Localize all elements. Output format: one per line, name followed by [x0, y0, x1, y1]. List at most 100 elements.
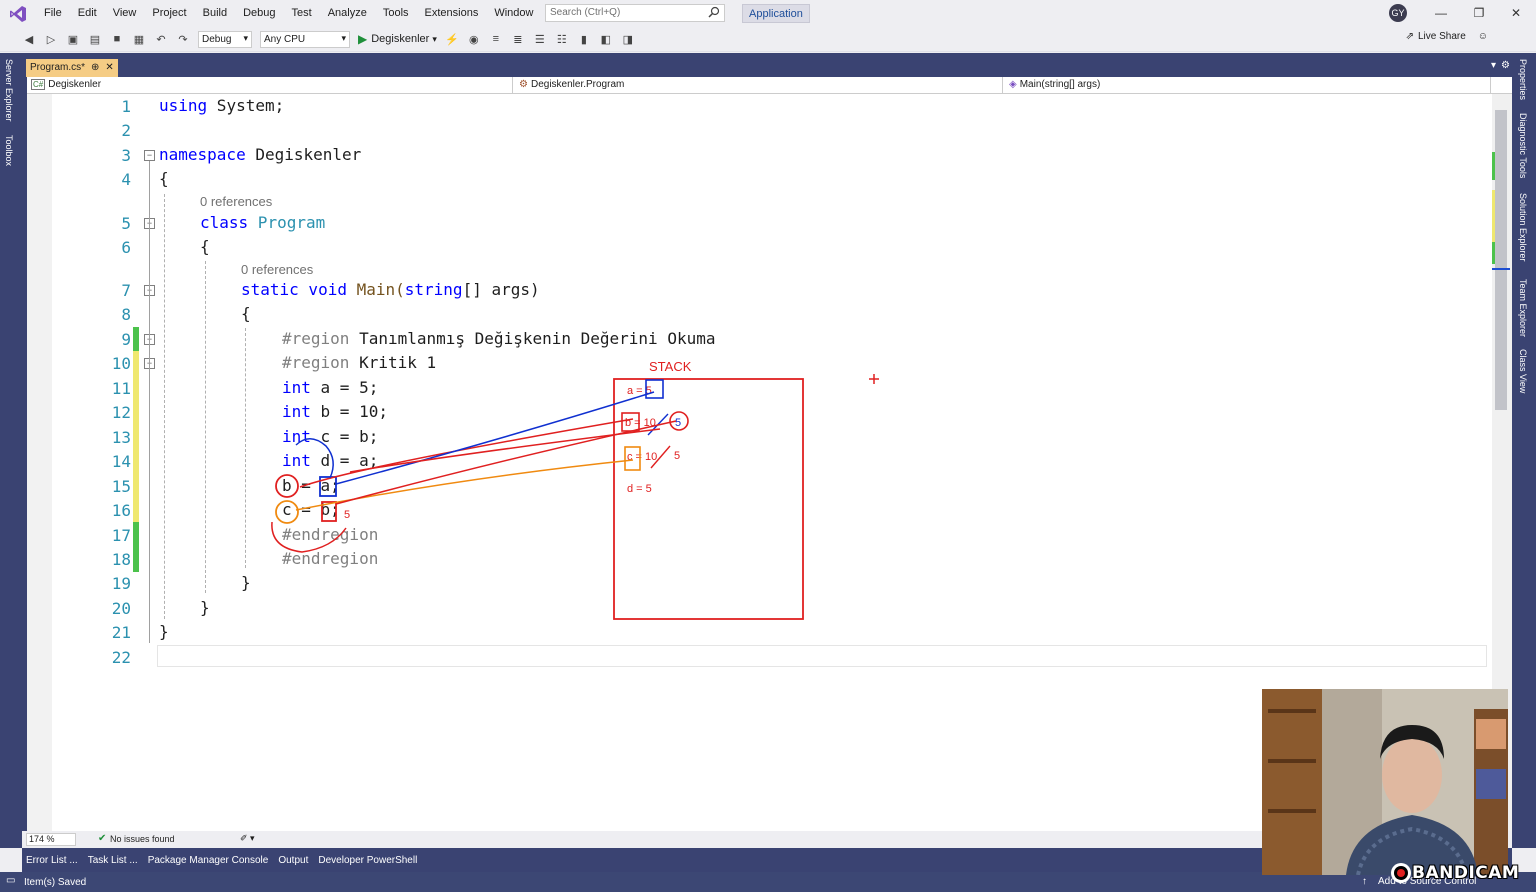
server-explorer-tab[interactable]: Server Explorer [4, 59, 14, 122]
open-folder-icon[interactable]: ▤ [87, 31, 103, 47]
feedback-icon[interactable]: ☺ [1478, 31, 1488, 42]
code-line-20: } [200, 598, 210, 617]
code-line-1: using System; [159, 96, 285, 115]
close-icon[interactable]: ✕ [1498, 0, 1534, 27]
tab-output[interactable]: Output [278, 855, 308, 866]
pin-icon[interactable]: ⊕ [91, 59, 99, 77]
screenshot-icon[interactable]: ◉ [466, 31, 482, 47]
indicator-margin [27, 94, 52, 831]
chevron-down-icon: ▾ [432, 33, 437, 44]
class-view-tab[interactable]: Class View [1518, 349, 1528, 393]
menu-debug[interactable]: Debug [235, 0, 283, 27]
code-line-21: } [159, 622, 169, 641]
zoom-select[interactable]: 174 % [26, 833, 76, 846]
line-number: 13 [111, 428, 131, 447]
menu-file[interactable]: File [36, 0, 70, 27]
method-icon: ◈ [1009, 79, 1017, 90]
indent-icon[interactable]: ≡ [488, 31, 504, 47]
codelens-references[interactable]: 0 references [200, 194, 272, 209]
line-number: 6 [121, 238, 131, 257]
line-number: 1 [121, 97, 131, 116]
member-dropdown[interactable]: ◈ Main(string[] args) [1005, 77, 1491, 94]
diagnostic-tools-tab[interactable]: Diagnostic Tools [1518, 113, 1528, 178]
class-dropdown[interactable]: ⚙ Degiskenler.Program [515, 77, 1003, 94]
code-line-9: #region Tanımlanmış Değişkenin Değerini … [282, 329, 716, 348]
platform-select[interactable]: Any CPU [260, 30, 350, 48]
user-avatar[interactable]: GY [1389, 4, 1407, 22]
tab-list-chevron-icon[interactable]: ▾ [1491, 60, 1496, 71]
tab-package-manager-console[interactable]: Package Manager Console [148, 855, 269, 866]
class-icon: ⚙ [519, 79, 528, 90]
comment-icon[interactable]: ☰ [532, 31, 548, 47]
menu-view[interactable]: View [105, 0, 145, 27]
bandicam-watermark: BANDICAM [1390, 862, 1519, 884]
record-icon [1391, 863, 1411, 883]
tab-error-list[interactable]: Error List ... [26, 855, 78, 866]
minimize-icon[interactable]: — [1423, 0, 1459, 27]
menu-edit[interactable]: Edit [70, 0, 105, 27]
start-debugging-button[interactable]: ▶ Degiskenler ▾ [358, 32, 437, 46]
menu-build[interactable]: Build [195, 0, 235, 27]
back-icon[interactable]: ◀ [21, 31, 37, 47]
next-bookmark-icon[interactable]: ◨ [620, 31, 636, 47]
team-explorer-tab[interactable]: Team Explorer [1518, 279, 1528, 337]
code-line-6: { [200, 237, 210, 256]
collapse-icon[interactable]: − [144, 150, 155, 161]
tab-task-list[interactable]: Task List ... [88, 855, 138, 866]
undo-icon[interactable]: ↶ [153, 31, 169, 47]
code-line-18: #endregion [282, 549, 379, 568]
prev-bookmark-icon[interactable]: ◧ [598, 31, 614, 47]
solution-explorer-tab[interactable]: Solution Explorer [1518, 193, 1528, 262]
search-input[interactable]: Search (Ctrl+Q) [545, 4, 725, 22]
current-line-highlight [157, 645, 1487, 667]
tab-developer-powershell[interactable]: Developer PowerShell [318, 855, 417, 866]
document-tab-row: Program.cs* ⊕ ✕ ▾ ⚙ [22, 58, 1512, 77]
scrollbar-thumb[interactable] [1495, 110, 1507, 410]
menu-extensions[interactable]: Extensions [417, 0, 487, 27]
project-dropdown[interactable]: C# Degiskenler [27, 77, 513, 94]
status-bar: ▭ Item(s) Saved ↑ Add to Source Control [0, 872, 1536, 892]
toolbox-tab[interactable]: Toolbox [4, 135, 14, 166]
menu-test[interactable]: Test [284, 0, 320, 27]
hot-reload-icon[interactable]: ⚡ [444, 31, 460, 47]
menu-analyze[interactable]: Analyze [320, 0, 375, 27]
line-number: 11 [111, 379, 131, 398]
forward-icon[interactable]: ▷ [43, 31, 59, 47]
save-all-icon[interactable]: ▦ [131, 31, 147, 47]
menu-tools[interactable]: Tools [375, 0, 417, 27]
share-icon: ⇗ [1405, 31, 1414, 42]
change-bar-unsaved [133, 351, 139, 522]
line-number: 8 [121, 305, 131, 324]
menu-window[interactable]: Window [486, 0, 541, 27]
codelens-references[interactable]: 0 references [241, 262, 313, 277]
restore-icon[interactable]: ❐ [1461, 0, 1497, 27]
outdent-icon[interactable]: ≣ [510, 31, 526, 47]
webcam-person-image [1262, 689, 1508, 875]
member-name: Main(string[] args) [1019, 79, 1101, 90]
line-number: 4 [121, 170, 131, 189]
properties-tab[interactable]: Properties [1518, 59, 1528, 100]
tab-label: Program.cs* [30, 62, 86, 73]
brush-icon[interactable]: ✐ ▾ [240, 833, 255, 844]
bookmark-icon[interactable]: ▮ [576, 31, 592, 47]
settings-gear-icon[interactable]: ⚙ [1501, 60, 1510, 71]
output-icon: ▭ [6, 875, 16, 886]
code-line-16: c = b; [282, 500, 340, 519]
redo-icon[interactable]: ↷ [175, 31, 191, 47]
save-icon[interactable]: ■ [109, 31, 125, 47]
visual-studio-logo-icon[interactable] [0, 0, 36, 27]
tab-program-cs[interactable]: Program.cs* ⊕ ✕ [26, 59, 118, 77]
close-tab-icon[interactable]: ✕ [105, 59, 113, 77]
line-number: 5 [121, 214, 131, 233]
new-project-icon[interactable]: ▣ [65, 31, 81, 47]
right-tool-strip: Properties Diagnostic Tools Solution Exp… [1512, 53, 1536, 848]
configuration-select[interactable]: Debug [198, 30, 252, 48]
code-line-17: #endregion [282, 525, 379, 544]
uncomment-icon[interactable]: ☷ [554, 31, 570, 47]
line-number: 20 [111, 599, 131, 618]
menu-project[interactable]: Project [144, 0, 194, 27]
issues-text[interactable]: No issues found [110, 834, 175, 844]
status-message: Item(s) Saved [24, 876, 87, 888]
line-number: 2 [121, 121, 131, 140]
live-share-button[interactable]: ⇗ Live Share ☺ [1406, 31, 1488, 42]
